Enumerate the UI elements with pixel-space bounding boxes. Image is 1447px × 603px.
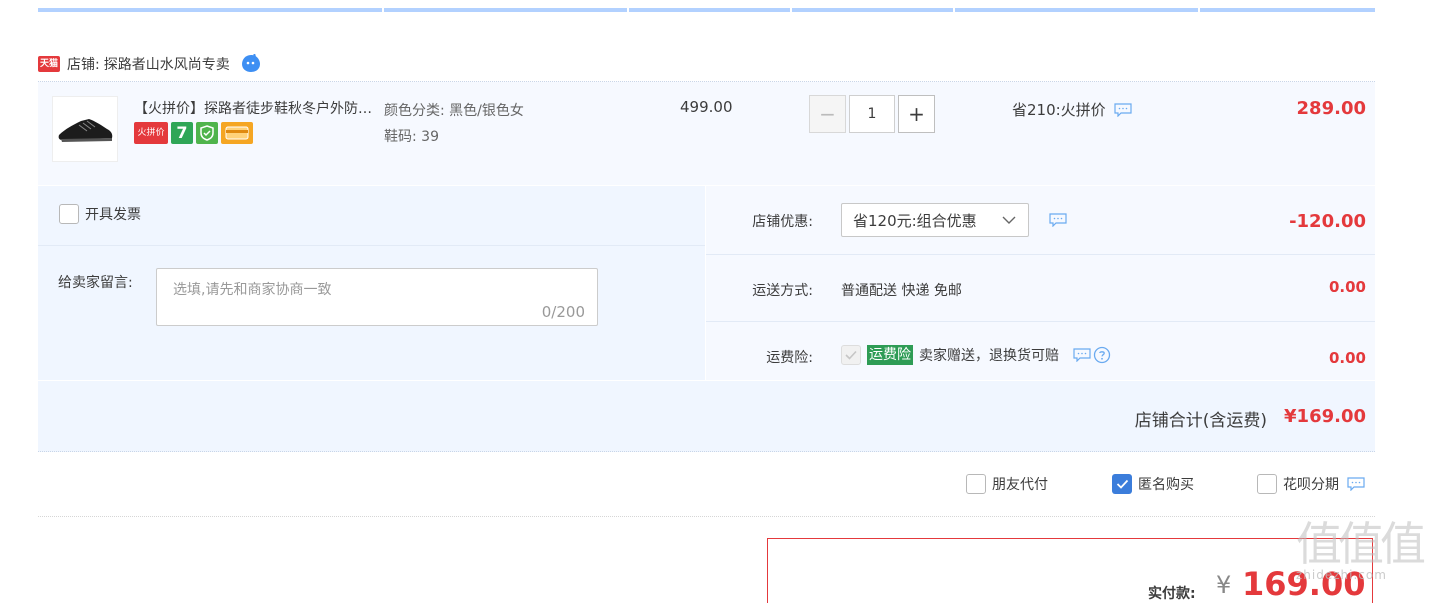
tmall-badge-icon: 天猫 bbox=[38, 56, 60, 72]
decrease-quantity-button[interactable]: − bbox=[809, 95, 846, 133]
size-label: 鞋码: bbox=[384, 129, 417, 145]
friend-pay-checkbox[interactable] bbox=[966, 474, 986, 494]
insurance-row: 运费险: 运费险 卖家赠送，退换货可赔 0.00 bbox=[706, 323, 1375, 380]
shop-discount-selected: 省120元:组合优惠 bbox=[853, 211, 977, 230]
shop-discount-amount: -120.00 bbox=[1289, 211, 1366, 232]
chevron-down-icon bbox=[1002, 216, 1016, 224]
shop-header: 天猫 店铺: 探路者山水风尚专卖 bbox=[38, 48, 262, 80]
shipping-label: 运送方式: bbox=[752, 283, 813, 299]
unit-price: 499.00 bbox=[680, 98, 733, 116]
shop-name-link[interactable]: 探路者山水风尚专卖 bbox=[104, 54, 230, 74]
product-title-link[interactable]: 【火拼价】探路者徒步鞋秋冬户外防滑耐磨登山鞋 bbox=[134, 98, 379, 118]
divider bbox=[38, 516, 1375, 517]
huabei-comment-icon[interactable] bbox=[1347, 477, 1365, 491]
guarantee-icon bbox=[196, 122, 218, 144]
product-badges: 火拼价 7 bbox=[134, 122, 253, 144]
invoice-option[interactable]: 开具发票 bbox=[59, 204, 141, 224]
message-char-count: 0/200 bbox=[541, 303, 585, 321]
insurance-tag: 运费险 bbox=[867, 345, 913, 365]
seven-day-return-icon: 7 bbox=[171, 122, 193, 144]
color-value: 黑色/银色女 bbox=[449, 103, 524, 119]
friend-pay-option[interactable]: 朋友代付 bbox=[966, 474, 1048, 494]
color-label: 颜色分类: bbox=[384, 103, 445, 119]
payment-summary-box: 实付款: ¥ 169.00 bbox=[767, 538, 1373, 603]
product-attributes: 颜色分类: 黑色/银色女 鞋码: 39 bbox=[384, 98, 524, 150]
cart-item: 【火拼价】探路者徒步鞋秋冬户外防滑耐磨登山鞋 火拼价 7 颜色分类: 黑色/银色… bbox=[38, 81, 1375, 185]
shop-discount-row: 店铺优惠: 省120元:组合优惠 -120.00 bbox=[706, 186, 1375, 255]
huabei-checkbox[interactable] bbox=[1257, 474, 1277, 494]
shop-discount-label: 店铺优惠: bbox=[752, 214, 813, 230]
insurance-checkbox bbox=[841, 345, 861, 365]
cart-column-header bbox=[38, 0, 1375, 12]
header-underline bbox=[38, 8, 1375, 12]
huopin-badge-icon: 火拼价 bbox=[134, 122, 168, 144]
shop-discount-select[interactable]: 省120元:组合优惠 bbox=[841, 203, 1029, 237]
anonymous-label: 匿名购买 bbox=[1138, 477, 1194, 493]
quantity-stepper: − 1 + bbox=[809, 95, 935, 133]
invoice-label: 开具发票 bbox=[85, 207, 141, 223]
shop-discount-comment-icon[interactable] bbox=[1049, 213, 1067, 227]
item-subtotal: 289.00 bbox=[1296, 98, 1366, 119]
product-thumbnail[interactable] bbox=[52, 96, 118, 162]
huabei-option[interactable]: 花呗分期 bbox=[1257, 474, 1365, 494]
size-value: 39 bbox=[421, 129, 439, 145]
anonymous-checkbox[interactable] bbox=[1112, 474, 1132, 494]
huabei-label: 花呗分期 bbox=[1283, 477, 1339, 493]
message-label: 给卖家留言: bbox=[58, 275, 133, 291]
payment-currency: ¥ bbox=[1216, 571, 1232, 599]
friend-pay-label: 朋友代付 bbox=[992, 477, 1048, 493]
watermark-logo: 值值值 bbox=[1296, 517, 1426, 571]
shop-label: 店铺: bbox=[67, 57, 100, 73]
watermark: 值值值 zhidezhi.com bbox=[1296, 516, 1447, 603]
quantity-input[interactable]: 1 bbox=[849, 95, 895, 133]
order-extras-panel: 开具发票 给卖家留言: 选填,请先和商家协商一致 0/200 bbox=[38, 186, 705, 380]
insurance-amount: 0.00 bbox=[1328, 349, 1366, 367]
watermark-url: zhidezhi.com bbox=[1296, 568, 1387, 582]
seller-message-input[interactable]: 选填,请先和商家协商一致 0/200 bbox=[156, 268, 598, 326]
payment-label: 实付款: bbox=[1148, 586, 1196, 602]
order-fees-panel: 店铺优惠: 省120元:组合优惠 -120.00 运送方式: 普通配送 快递 免… bbox=[706, 186, 1375, 380]
shop-total-amount: ¥169.00 bbox=[1284, 406, 1366, 427]
invoice-checkbox[interactable] bbox=[59, 204, 79, 224]
insurance-desc: 卖家赠送，退换货可赔 bbox=[919, 348, 1059, 364]
shipping-method: 普通配送 快递 免邮 bbox=[841, 283, 962, 299]
insurance-comment-icon[interactable] bbox=[1073, 348, 1091, 362]
item-discount: 省210:火拼价 bbox=[1012, 99, 1132, 120]
message-placeholder: 选填,请先和商家协商一致 bbox=[173, 282, 332, 298]
discount-comment-icon[interactable] bbox=[1114, 102, 1132, 117]
insurance-help-icon[interactable] bbox=[1093, 346, 1111, 364]
wangwang-chat-icon[interactable] bbox=[240, 54, 262, 74]
payment-options: 朋友代付 匿名购买 花呗分期 bbox=[38, 470, 1375, 502]
insurance-label: 运费险: bbox=[766, 350, 813, 366]
anonymous-option[interactable]: 匿名购买 bbox=[1112, 474, 1194, 494]
shoe-image-icon bbox=[58, 119, 113, 142]
increase-quantity-button[interactable]: + bbox=[898, 95, 935, 133]
credit-card-icon bbox=[221, 122, 253, 144]
shipping-amount: 0.00 bbox=[1328, 278, 1366, 296]
shipping-row: 运送方式: 普通配送 快递 免邮 0.00 bbox=[706, 256, 1375, 322]
discount-text: 省210:火拼价 bbox=[1012, 101, 1106, 119]
shop-total-label: 店铺合计(含运费) bbox=[1134, 411, 1267, 431]
shop-total-row: 店铺合计(含运费) ¥169.00 bbox=[38, 381, 1375, 452]
